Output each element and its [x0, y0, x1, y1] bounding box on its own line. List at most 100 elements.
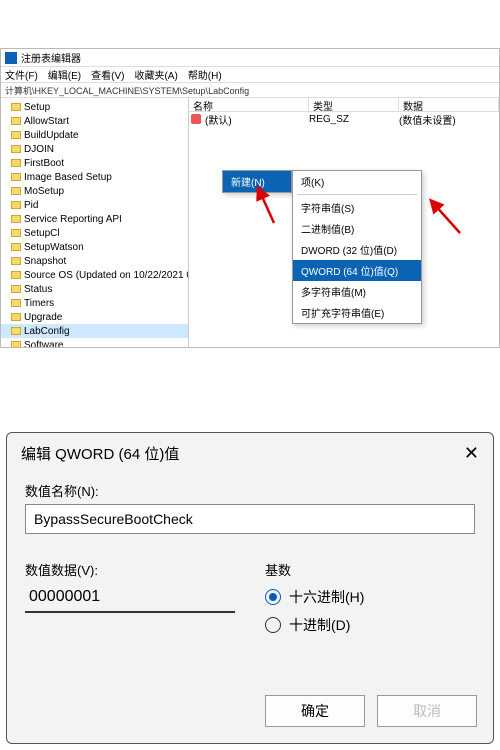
- ctx-new[interactable]: 新建(N): [223, 171, 291, 192]
- menu-view[interactable]: 查看(V): [91, 67, 124, 82]
- folder-icon: [11, 229, 21, 237]
- tree-item[interactable]: SetupCl: [1, 226, 188, 240]
- folder-icon: [11, 341, 21, 347]
- ctx-separator: [297, 194, 417, 195]
- folder-icon: [11, 257, 21, 265]
- folder-icon: [11, 117, 21, 125]
- value-name-text: BypassSecureBootCheck: [34, 511, 193, 527]
- tree-item-label: Pid: [24, 200, 38, 211]
- folder-icon: [11, 327, 21, 335]
- ctx-string[interactable]: 字符串值(S): [293, 197, 421, 218]
- folder-icon: [11, 243, 21, 251]
- ctx-multistring[interactable]: 多字符串值(M): [293, 281, 421, 302]
- tree-item[interactable]: BuildUpdate: [1, 128, 188, 142]
- folder-icon: [11, 159, 21, 167]
- address-bar[interactable]: 计算机\HKEY_LOCAL_MACHINE\SYSTEM\Setup\LabC…: [1, 82, 499, 98]
- ctx-dword[interactable]: DWORD (32 位)值(D): [293, 239, 421, 260]
- tree-item[interactable]: Snapshot: [1, 254, 188, 268]
- value-data: (数值未设置): [399, 112, 499, 127]
- tree-item[interactable]: Status: [1, 282, 188, 296]
- radio-dec[interactable]: 十进制(D): [265, 615, 475, 635]
- data-label: 数值数据(V):: [25, 560, 235, 579]
- tree-item-label: Timers: [24, 298, 54, 309]
- folder-icon: [11, 271, 21, 279]
- tree-item-label: SetupCl: [24, 228, 60, 239]
- value-name: (默认): [205, 112, 309, 127]
- context-submenu-new: 项(K) 字符串值(S) 二进制值(B) DWORD (32 位)值(D) QW…: [292, 170, 422, 324]
- regedit-window: 注册表编辑器 文件(F) 编辑(E) 查看(V) 收藏夹(A) 帮助(H) 计算…: [0, 48, 500, 348]
- tree-item-label: FirstBoot: [24, 158, 64, 169]
- base-label: 基数: [265, 560, 475, 579]
- tree-item[interactable]: AllowStart: [1, 114, 188, 128]
- dialog-titlebar: 编辑 QWORD (64 位)值 ✕: [7, 433, 493, 473]
- tree-item[interactable]: Service Reporting API: [1, 212, 188, 226]
- tree-item-label: Image Based Setup: [24, 172, 112, 183]
- menubar: 文件(F) 编辑(E) 查看(V) 收藏夹(A) 帮助(H): [1, 67, 499, 82]
- tree-item-label: Status: [24, 284, 52, 295]
- tree-item-label: SetupWatson: [24, 242, 84, 253]
- col-name[interactable]: 名称: [189, 98, 309, 111]
- cancel-button[interactable]: 取消: [377, 695, 477, 727]
- folder-icon: [11, 103, 21, 111]
- menu-file[interactable]: 文件(F): [5, 67, 38, 82]
- tree-item-label: Source OS (Updated on 10/22/2021 09:03:3…: [24, 270, 189, 281]
- name-label: 数值名称(N):: [25, 481, 475, 500]
- folder-icon: [11, 131, 21, 139]
- ctx-qword[interactable]: QWORD (64 位)值(Q): [293, 260, 421, 281]
- tree-item[interactable]: MoSetup: [1, 184, 188, 198]
- tree-item[interactable]: Pid: [1, 198, 188, 212]
- context-menu-primary: 新建(N): [222, 170, 292, 193]
- tree-item[interactable]: Image Based Setup: [1, 170, 188, 184]
- folder-icon: [11, 215, 21, 223]
- tree-item-label: Service Reporting API: [24, 214, 122, 225]
- column-headers: 名称 类型 数据: [189, 98, 499, 112]
- tree-item[interactable]: Upgrade: [1, 310, 188, 324]
- value-name-field[interactable]: BypassSecureBootCheck: [25, 504, 475, 534]
- col-type[interactable]: 类型: [309, 98, 399, 111]
- tree-item-label: DJOIN: [24, 144, 54, 155]
- value-row-default[interactable]: (默认) REG_SZ (数值未设置): [189, 112, 499, 126]
- folder-icon: [11, 201, 21, 209]
- folder-icon: [11, 173, 21, 181]
- tree-item[interactable]: Timers: [1, 296, 188, 310]
- col-data[interactable]: 数据: [399, 98, 499, 111]
- menu-favorites[interactable]: 收藏夹(A): [134, 67, 177, 82]
- tree-item[interactable]: LabConfig: [1, 324, 188, 338]
- titlebar: 注册表编辑器: [1, 49, 499, 67]
- value-data-input[interactable]: [25, 583, 235, 613]
- window-title: 注册表编辑器: [21, 50, 81, 65]
- value-type: REG_SZ: [309, 114, 399, 125]
- radio-hex[interactable]: 十六进制(H): [265, 587, 475, 607]
- ok-button[interactable]: 确定: [265, 695, 365, 727]
- ctx-expandstring[interactable]: 可扩充字符串值(E): [293, 302, 421, 323]
- tree-item[interactable]: SetupWatson: [1, 240, 188, 254]
- menu-help[interactable]: 帮助(H): [188, 67, 222, 82]
- folder-icon: [11, 285, 21, 293]
- ctx-binary[interactable]: 二进制值(B): [293, 218, 421, 239]
- folder-icon: [11, 145, 21, 153]
- tree-item-label: Setup: [24, 102, 50, 113]
- dialog-title: 编辑 QWORD (64 位)值: [21, 443, 179, 464]
- tree-item[interactable]: DJOIN: [1, 142, 188, 156]
- app-icon: [5, 52, 17, 64]
- tree-item[interactable]: Setup: [1, 100, 188, 114]
- tree-item[interactable]: Source OS (Updated on 10/22/2021 09:03:3…: [1, 268, 188, 282]
- string-value-icon: [191, 114, 201, 124]
- radio-dec-label: 十进制(D): [289, 615, 350, 635]
- tree-item-label: Upgrade: [24, 312, 62, 323]
- tree-item[interactable]: FirstBoot: [1, 156, 188, 170]
- folder-icon: [11, 187, 21, 195]
- folder-icon: [11, 313, 21, 321]
- radio-icon: [265, 589, 281, 605]
- folder-icon: [11, 299, 21, 307]
- radio-icon: [265, 617, 281, 633]
- address-text: 计算机\HKEY_LOCAL_MACHINE\SYSTEM\Setup\LabC…: [5, 84, 249, 97]
- tree-item-label: AllowStart: [24, 116, 69, 127]
- tree-item-label: BuildUpdate: [24, 130, 78, 141]
- tree-item-label: Software: [24, 340, 63, 348]
- menu-edit[interactable]: 编辑(E): [48, 67, 81, 82]
- close-icon[interactable]: ✕: [464, 443, 479, 464]
- ctx-key[interactable]: 项(K): [293, 171, 421, 192]
- tree-item[interactable]: Software: [1, 338, 188, 347]
- tree-pane: Setup AllowStart BuildUpdate DJOIN FirstBoot…: [1, 98, 189, 347]
